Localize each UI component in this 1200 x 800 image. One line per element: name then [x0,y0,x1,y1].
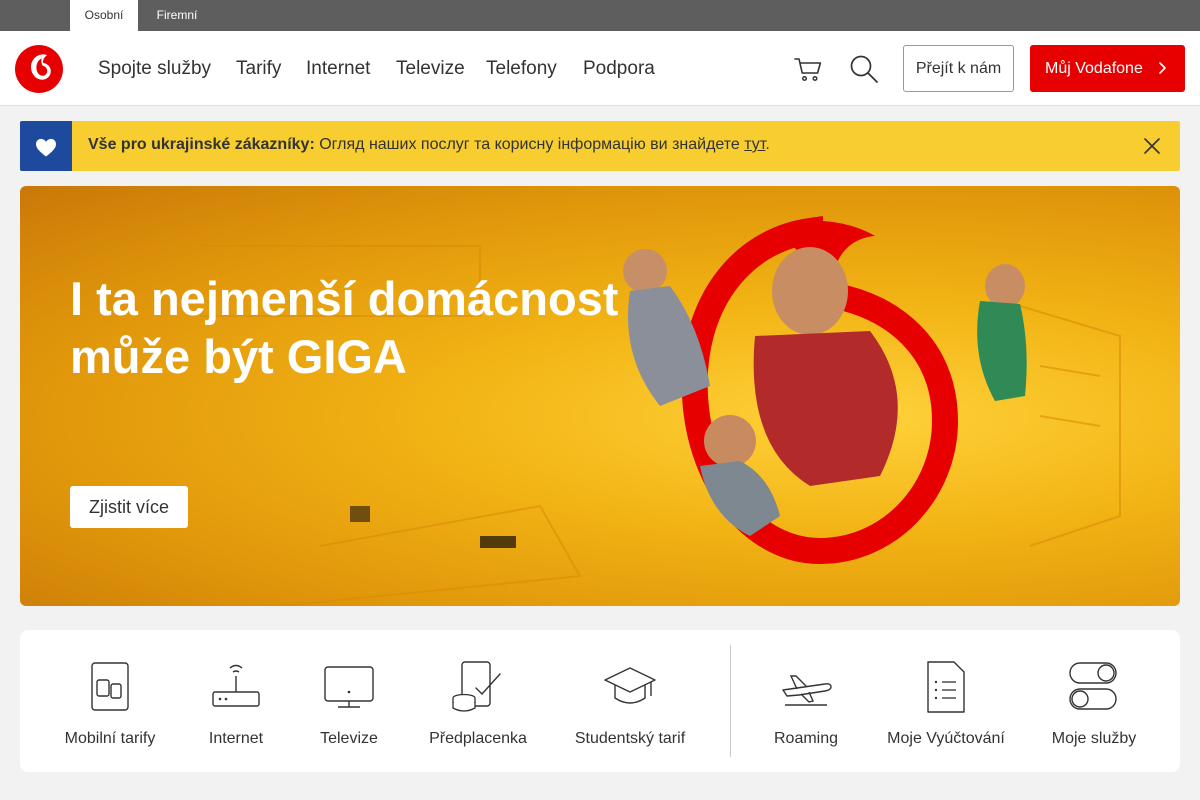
search-icon[interactable] [848,53,880,85]
my-vodafone-button[interactable]: Můj Vodafone [1030,45,1185,92]
segment-tab-personal[interactable]: Osobní [70,0,138,31]
segment-tab-business[interactable]: Firemní [142,0,212,31]
vodafone-logo[interactable] [15,45,63,93]
bill-icon [927,661,965,713]
tv-icon [324,666,374,708]
quick-link-label: Mobilní tarify [64,730,156,747]
quick-link-label: Předplacenka [429,730,527,747]
hero-illustration [200,215,1121,606]
sim-card-icon [91,662,129,711]
chevron-right-icon [1159,62,1166,74]
nav-item-internet[interactable]: Internet [306,57,370,81]
ukraine-info-banner: Vše pro ukrajinské zákazníky: Огляд наши… [20,121,1180,171]
quick-link-label: Studentský tarif [574,730,686,747]
switch-to-vodafone-button[interactable]: Přejít k nám [903,45,1014,92]
banner-body-text: Огляд наших послуг та корисну інформацію… [319,136,740,153]
close-icon[interactable] [1142,136,1162,156]
quick-links-divider [730,645,731,757]
hero-cta-button[interactable]: Zjistit více [70,486,188,528]
nav-item-support[interactable]: Podpora [583,57,655,81]
banner-message: Vše pro ukrajinské zákazníky: Огляд наши… [88,136,770,154]
nav-item-tariffs[interactable]: Tarify [236,57,281,81]
quick-link-label: Moje služby [1051,730,1137,747]
quick-link-label: Moje Vyúčtování [887,730,1005,747]
banner-link[interactable]: тут [744,136,765,153]
quick-links-panel: Mobilní tarify Internet Televize Předpla… [20,630,1180,772]
quick-link-label: Roaming [773,730,839,747]
cart-icon[interactable] [792,53,824,85]
nav-item-bundles[interactable]: Spojte služby [98,57,211,81]
banner-bold-text: Vše pro ukrajinské zákazníky: [88,136,315,153]
heart-icon [36,138,56,157]
segment-bar: Osobní Firemní [0,0,1200,31]
nav-item-phones[interactable]: Telefony [486,57,557,81]
graduation-cap-icon [604,667,656,704]
router-icon [212,664,260,707]
hero-title: I ta nejmenší domácnost může být GIGA [70,272,619,383]
hero-banner: I ta nejmenší domácnost může být GIGA Zj… [20,186,1180,606]
banner-icon-box [20,121,72,171]
nav-item-tv[interactable]: Televize [396,57,465,81]
my-vodafone-label: Můj Vodafone [1045,59,1143,77]
prepaid-icon [452,661,501,712]
quick-link-label: Internet [208,730,264,747]
toggles-icon [1069,662,1117,710]
airplane-icon [782,675,832,706]
banner-end-text: . [765,136,770,153]
quick-link-label: Televize [320,730,378,747]
main-header: Spojte služby Tarify Internet Televize T… [0,31,1200,106]
